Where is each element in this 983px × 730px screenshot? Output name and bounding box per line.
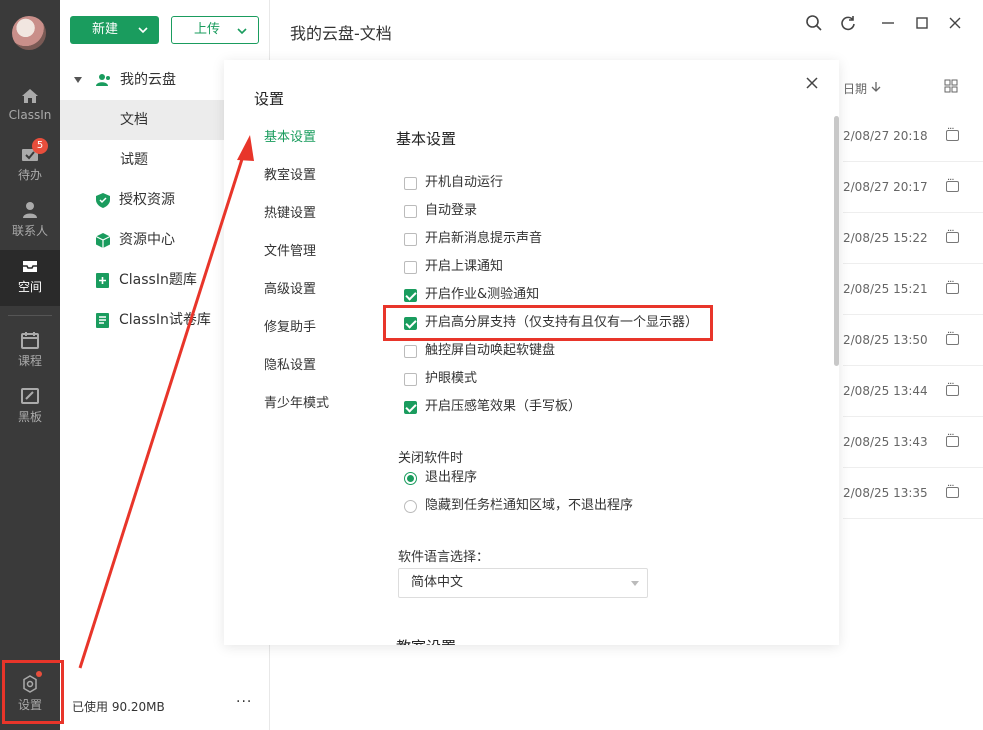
annotation-arrow xyxy=(78,135,254,669)
